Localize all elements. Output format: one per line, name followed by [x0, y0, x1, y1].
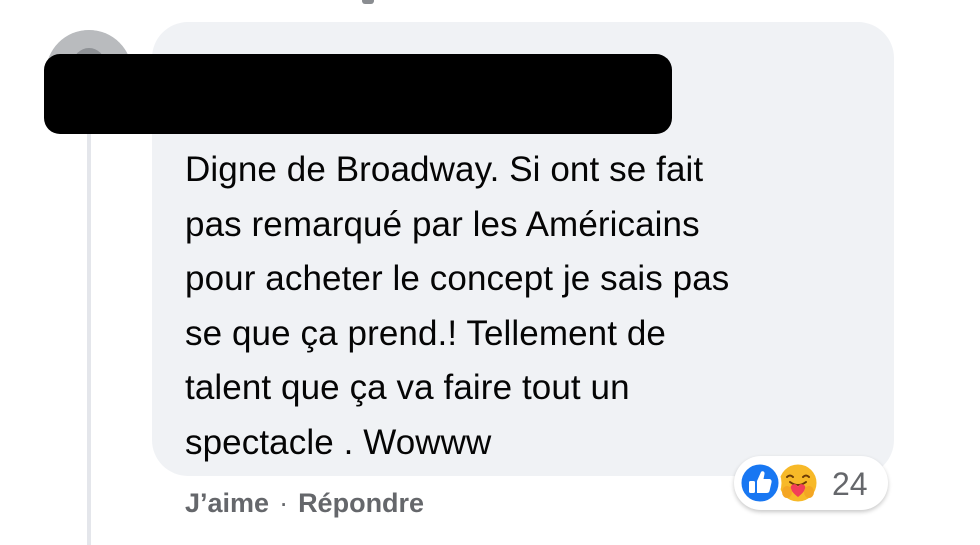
comment-line: se que ça prend.! Tellement de [185, 313, 667, 353]
comment-thread: Digne de Broadway. Si ont se fait pas re… [0, 0, 980, 545]
thread-line [87, 95, 91, 545]
comment-line: talent que ça va faire tout un [185, 368, 630, 407]
redacted-author-name [44, 54, 672, 134]
reply-link[interactable]: Répondre [298, 488, 424, 518]
comment-text: Digne de Broadway. Si ont se fait pas re… [185, 143, 875, 470]
action-separator: · [279, 488, 289, 518]
comment-line: Digne de Broadway. Si ont se fait [185, 150, 704, 189]
reaction-count: 24 [832, 466, 868, 502]
comment-line: pas remarqué par les Américains [185, 204, 700, 244]
reactions-summary[interactable]: 24 [734, 456, 888, 510]
care-icon [776, 461, 820, 505]
previous-comment-fragment [362, 0, 374, 4]
like-icon [738, 461, 782, 505]
comment-actions: J’aime · Répondre [185, 488, 424, 519]
like-link[interactable]: J’aime [185, 488, 269, 518]
comment-line: pour acheter le concept je sais pas [185, 259, 730, 298]
